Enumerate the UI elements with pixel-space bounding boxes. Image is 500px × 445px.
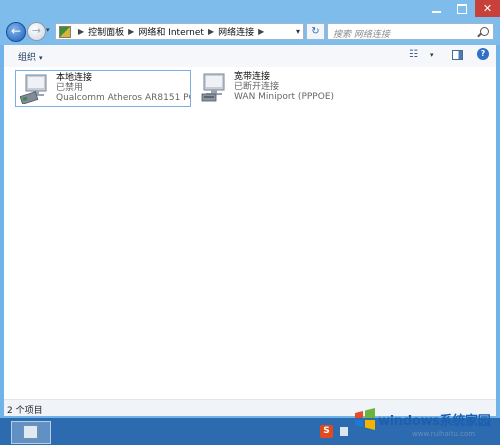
windows-logo-icon (355, 408, 375, 430)
connection-device: WAN Miniport (PPPOE) (234, 92, 335, 102)
control-panel-icon (23, 425, 38, 439)
back-button[interactable]: ← (6, 22, 26, 42)
connection-device: Qualcomm Atheros AR8151 PCI-E... (56, 93, 190, 103)
taskbar-explorer-button[interactable] (11, 421, 51, 444)
maximize-button[interactable] (449, 0, 475, 17)
recent-pages-dropdown[interactable]: ▾ (46, 26, 50, 34)
breadcrumb-control-panel[interactable]: 控制面板 (88, 25, 124, 38)
item-count: 2 个项目 (7, 406, 43, 416)
maximize-icon (457, 3, 467, 14)
chevron-right-icon[interactable]: ▶ (208, 27, 214, 36)
chevron-right-icon[interactable]: ▶ (128, 27, 134, 36)
connection-name: 宽带连接 (234, 72, 271, 82)
network-tray-icon[interactable] (340, 427, 348, 436)
refresh-button[interactable]: ↻ (306, 23, 325, 40)
minimize-icon (431, 10, 441, 13)
watermark-url: www.ruihaitu.com (412, 430, 476, 438)
navigation-bar: ← → ▾ ▶ 控制面板 ▶ 网络和 Internet ▶ 网络连接 ▶ ▾ ↻… (0, 19, 500, 45)
search-input[interactable]: 搜索 网络连接 (333, 27, 390, 40)
chevron-right-icon[interactable]: ▶ (258, 27, 264, 36)
connection-status: 已断开连接 (234, 82, 280, 92)
breadcrumb-network-connections[interactable]: 网络连接 (218, 25, 254, 38)
search-box[interactable]: 搜索 网络连接 (327, 23, 494, 40)
sogou-input-icon[interactable]: S (320, 425, 333, 438)
network-adapter-icon (201, 73, 225, 102)
control-panel-icon (59, 25, 71, 38)
close-button[interactable]: ✕ (475, 0, 500, 17)
preview-pane-icon[interactable] (452, 50, 463, 60)
address-dropdown-icon[interactable]: ▾ (296, 27, 300, 36)
chevron-down-icon: ▾ (39, 54, 43, 62)
search-icon[interactable] (480, 27, 489, 36)
watermark-title: windows系统家园 (378, 414, 491, 429)
connection-name: 本地连接 (56, 73, 93, 83)
forward-button[interactable]: → (27, 22, 46, 41)
breadcrumb-network-internet[interactable]: 网络和 Internet (138, 25, 204, 38)
organize-label: 组织 (18, 53, 37, 63)
help-icon[interactable]: ? (477, 48, 489, 60)
view-options-dropdown[interactable]: ▾ (430, 51, 434, 59)
address-bar[interactable]: ▶ 控制面板 ▶ 网络和 Internet ▶ 网络连接 ▶ ▾ (55, 23, 304, 40)
connection-item-broadband[interactable]: 宽带连接 已断开连接 WAN Miniport (PPPOE) (194, 70, 370, 107)
title-bar[interactable]: ✕ (0, 0, 500, 19)
minimize-button[interactable] (423, 0, 449, 17)
change-view-icon[interactable]: ☷ (409, 49, 431, 61)
connection-item-local[interactable]: 本地连接 已禁用 Qualcomm Atheros AR8151 PCI-E..… (15, 70, 191, 107)
chevron-right-icon[interactable]: ▶ (78, 27, 84, 36)
explorer-window: ✕ ← → ▾ ▶ 控制面板 ▶ 网络和 Internet ▶ 网络连接 ▶ ▾… (0, 0, 500, 418)
command-bar: 组织 ▾ ☷ ▾ ? (4, 45, 496, 68)
organize-button[interactable]: 组织 ▾ (18, 50, 43, 63)
connections-list: 本地连接 已禁用 Qualcomm Atheros AR8151 PCI-E..… (4, 67, 496, 399)
connection-status: 已禁用 (56, 83, 84, 93)
network-adapter-icon (20, 74, 47, 104)
watermark: windows系统家园 www.ruihaitu.com (352, 405, 500, 445)
